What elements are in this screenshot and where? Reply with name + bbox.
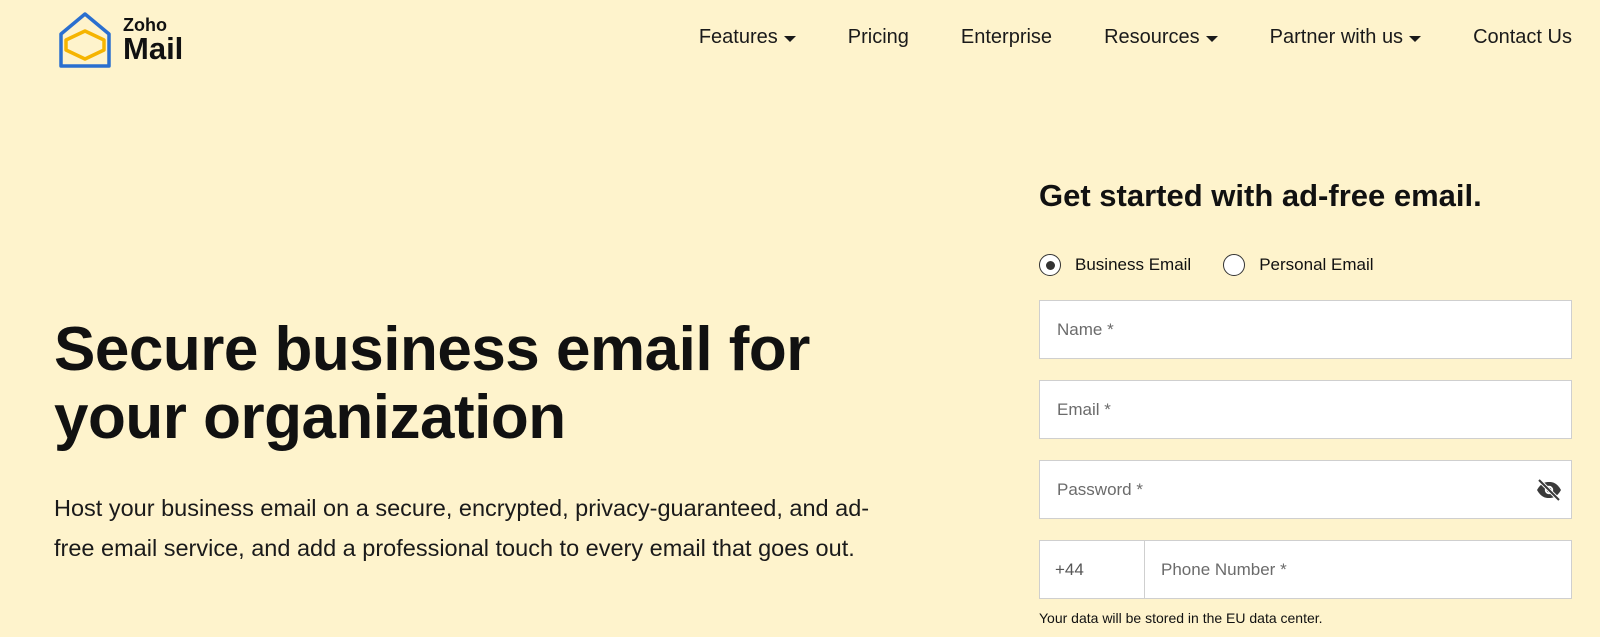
email-field-box [1039, 380, 1572, 439]
nav-label: Contact Us [1473, 26, 1572, 48]
nav-label: Partner with us [1269, 26, 1404, 48]
business-email-label: Business Email [1075, 255, 1192, 274]
signup-title: Get started with ad-free email. [1039, 178, 1482, 213]
caret-down-icon [1409, 36, 1422, 42]
email-input[interactable] [1040, 381, 1571, 438]
top-nav: Features Pricing Enterprise Resources Pa… [699, 26, 1572, 49]
password-field-box [1039, 460, 1572, 519]
logo-mail-text: Mail [123, 31, 184, 66]
nav-item-pricing[interactable]: Pricing [848, 26, 909, 49]
nav-item-features[interactable]: Features [699, 26, 796, 49]
signup-form: Get started with ad-free email. Business… [1039, 178, 1572, 626]
radio-selected-dot [1045, 260, 1055, 270]
hero-description: Host your business email on a secure, en… [54, 495, 870, 561]
nav-item-contact[interactable]: Contact Us [1473, 26, 1572, 49]
name-field-box [1039, 300, 1572, 359]
business-email-radio[interactable] [1039, 254, 1061, 276]
nav-label: Enterprise [960, 26, 1053, 48]
caret-down-icon [1205, 36, 1218, 42]
envelope-logo-icon [59, 12, 111, 68]
zoho-mail-logo[interactable]: Zoho Mail [55, 10, 183, 70]
nav-item-partner[interactable]: Partner with us [1269, 26, 1422, 49]
hero-title: Secure business email for your organizat… [54, 315, 810, 452]
personal-email-radio[interactable] [1223, 254, 1246, 276]
phone-field-row: +44 [1039, 540, 1572, 599]
password-input[interactable] [1040, 461, 1571, 518]
data-center-note: Your data will be stored in the EU data … [1039, 610, 1323, 626]
nav-label: Resources [1104, 26, 1200, 48]
phone-input[interactable] [1145, 541, 1571, 598]
nav-label: Pricing [847, 26, 909, 48]
country-code-select[interactable]: +44 [1040, 541, 1145, 598]
caret-down-icon [783, 36, 796, 42]
eye-slash-icon[interactable] [1535, 478, 1563, 502]
name-input[interactable] [1040, 301, 1571, 358]
page: Zoho Mail Features Pricing Enterprise Re… [0, 0, 1600, 637]
nav-item-resources[interactable]: Resources [1104, 26, 1218, 49]
account-type-radio-group: Business Email Personal Email [1039, 254, 1572, 276]
personal-email-label: Personal Email [1259, 255, 1374, 274]
nav-item-enterprise[interactable]: Enterprise [961, 26, 1052, 49]
nav-label: Features [698, 26, 778, 48]
business-email-option[interactable]: Business Email [1039, 254, 1191, 276]
personal-email-option[interactable]: Personal Email [1223, 254, 1374, 276]
